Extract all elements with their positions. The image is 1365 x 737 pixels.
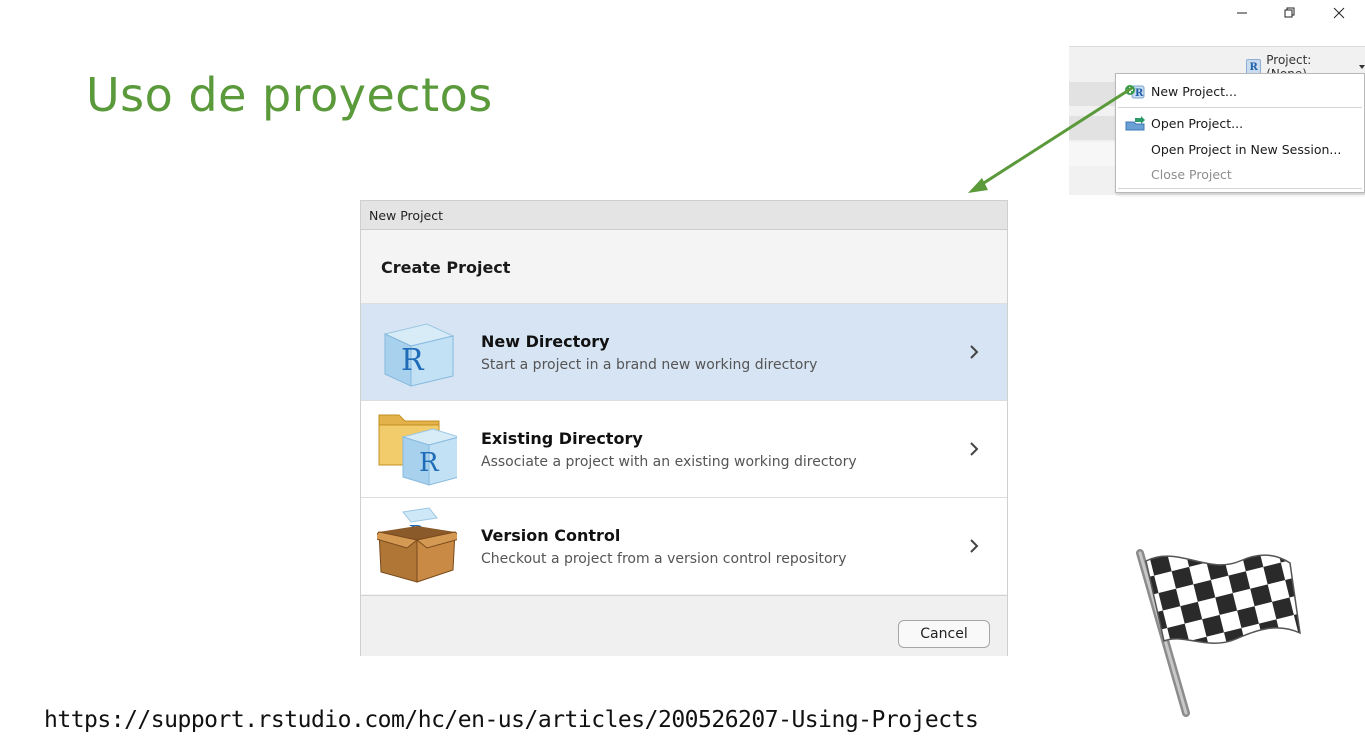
dialog-heading: Create Project xyxy=(381,258,511,277)
option-existing-directory[interactable]: R Existing Directory Associate a project… xyxy=(361,400,1007,497)
project-dropdown-menu: R New Project... Open Project... Open Pr… xyxy=(1115,73,1365,193)
slide-title: Uso de proyectos xyxy=(86,68,493,122)
menu-item-label: Open Project in New Session... xyxy=(1151,142,1342,157)
reference-url[interactable]: https://support.rstudio.com/hc/en-us/art… xyxy=(44,707,979,733)
close-window-button[interactable] xyxy=(1317,0,1361,26)
minimize-icon xyxy=(1237,12,1247,14)
svg-text:R: R xyxy=(401,343,425,378)
folder-r-icon: R xyxy=(378,414,457,486)
option-title: Existing Directory xyxy=(481,429,643,448)
menu-item-open-project-new-session[interactable]: Open Project in New Session... xyxy=(1116,138,1364,162)
dialog-titlebar: New Project xyxy=(361,201,1007,230)
dialog-window-title: New Project xyxy=(369,208,444,223)
dialog-footer: Cancel xyxy=(361,595,1007,656)
new-project-dialog: New Project Create Project R New Directo… xyxy=(360,200,1008,656)
checkered-flag-icon xyxy=(1136,549,1301,717)
chevron-right-icon xyxy=(970,442,979,456)
box-icon: R xyxy=(377,507,457,583)
svg-text:R: R xyxy=(419,448,440,478)
option-description: Start a project in a brand new working d… xyxy=(481,357,818,373)
menu-item-label: Open Project... xyxy=(1151,116,1244,131)
pointer-arrow xyxy=(968,86,1133,193)
option-description: Checkout a project from a version contro… xyxy=(481,551,847,567)
cancel-button[interactable]: Cancel xyxy=(898,620,990,648)
menu-item-new-project[interactable]: R New Project... xyxy=(1116,80,1364,104)
close-icon xyxy=(1333,7,1345,19)
menu-item-label: New Project... xyxy=(1151,84,1237,99)
option-description: Associate a project with an existing wor… xyxy=(481,454,857,470)
menu-item-open-project[interactable]: Open Project... xyxy=(1116,112,1364,136)
minimize-button[interactable] xyxy=(1220,0,1264,26)
menu-item-label: Close Project xyxy=(1151,167,1232,182)
r-cube-icon: R xyxy=(383,323,455,387)
menu-item-close-project[interactable]: Close Project xyxy=(1116,163,1364,187)
menu-divider xyxy=(1118,188,1362,189)
menu-divider xyxy=(1118,107,1362,108)
restore-button[interactable] xyxy=(1268,0,1312,26)
option-new-directory[interactable]: R New Directory Start a project in a bra… xyxy=(361,303,1007,400)
chevron-right-icon xyxy=(970,345,979,359)
option-title: Version Control xyxy=(481,526,621,545)
option-version-control[interactable]: R Version Control Checkout a project fro… xyxy=(361,497,1007,594)
option-title: New Directory xyxy=(481,332,610,351)
caret-down-icon xyxy=(1359,65,1365,69)
chevron-right-icon xyxy=(970,539,979,553)
restore-icon xyxy=(1284,7,1295,18)
